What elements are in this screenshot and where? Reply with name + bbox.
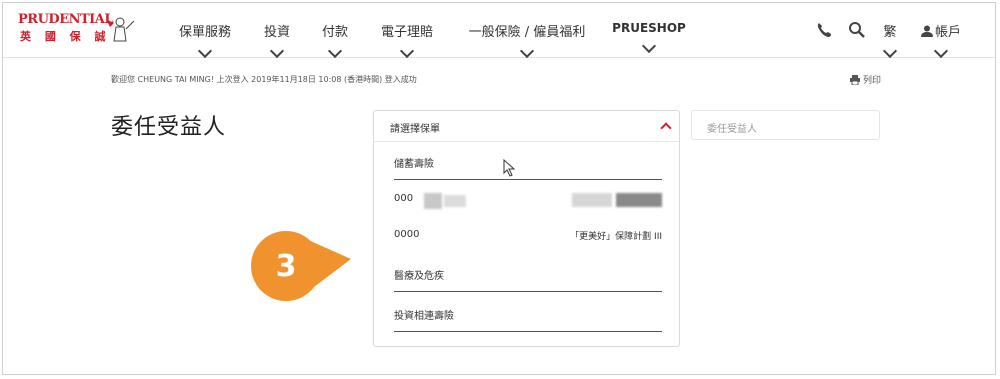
step-number: 3: [275, 248, 297, 284]
welcome-message: 歡迎您 CHEUNG TAI MING! 上次登入 2019年11月18日 10…: [111, 75, 417, 84]
nav-label: 電子理賠: [380, 25, 433, 40]
prudential-logo[interactable]: PRUDENTIAL 英 國 保 誠: [18, 11, 138, 49]
mouse-cursor-icon: [503, 159, 516, 177]
language-label: 繁: [883, 25, 897, 40]
nav-investment[interactable]: 投資: [259, 3, 295, 59]
user-icon: [920, 25, 933, 37]
logo-chinese-text: 英 國 保 誠: [20, 30, 111, 43]
nav-payment[interactable]: 付款: [317, 3, 353, 59]
chevron-down-icon: [327, 43, 343, 59]
chevron-down-icon: [933, 43, 949, 59]
policy-option-1[interactable]: 000: [394, 193, 662, 209]
nav-policy-services[interactable]: 保單服務: [173, 3, 237, 59]
page-title: 委任受益人: [111, 115, 227, 140]
nav-label: 一般保險 / 僱員福利: [468, 25, 586, 40]
beneficiary-placeholder: 委任受益人: [707, 124, 757, 135]
logo-figure-icon: [106, 17, 135, 42]
chevron-down-icon: [197, 43, 213, 59]
chevron-up-icon: [660, 122, 672, 134]
phone-icon[interactable]: [815, 21, 833, 39]
nav-e-claims[interactable]: 電子理賠: [375, 3, 439, 59]
account-label-wrap: 帳戶: [920, 21, 961, 40]
policy-option-2[interactable]: 0000 「更美好」保障計劃 III: [394, 229, 662, 243]
redacted-block: [424, 193, 442, 209]
beneficiary-field[interactable]: 委任受益人: [691, 110, 880, 140]
print-button[interactable]: 列印: [850, 73, 881, 86]
language-toggle[interactable]: 繁: [879, 3, 901, 59]
policy-dropdown[interactable]: 請選擇保單 儲蓄壽險 000 0000 「更美好」保障計劃 III 醫療及危疾 …: [373, 110, 680, 347]
search-icon[interactable]: [848, 21, 866, 39]
policy-name: 「更美好」保障計劃 III: [570, 232, 662, 242]
policy-dropdown-header[interactable]: 請選擇保單: [374, 111, 679, 142]
chevron-down-icon: [399, 43, 415, 59]
nav-label: PRUESHOP: [612, 21, 686, 35]
group-savings-life: 儲蓄壽險: [394, 155, 662, 180]
top-navbar: PRUDENTIAL 英 國 保 誠 保單服務 投資 付款 電子理賠 一般保險 …: [3, 3, 995, 59]
nav-general-insurance[interactable]: 一般保險 / 僱員福利: [461, 3, 593, 59]
nav-label: 付款: [321, 25, 348, 40]
nav-label: 投資: [263, 25, 290, 40]
group-label: 儲蓄壽險: [394, 159, 434, 170]
policy-number: 0000: [394, 229, 420, 240]
nav-label: 保單服務: [178, 25, 231, 40]
group-label: 醫療及危疾: [394, 271, 444, 282]
account-menu[interactable]: 帳戶: [917, 3, 965, 59]
redacted-block: [616, 193, 662, 207]
group-medical-critical: 醫療及危疾: [394, 267, 662, 292]
redacted-block: [572, 193, 612, 207]
chevron-down-icon: [519, 43, 535, 59]
chevron-down-icon: [269, 43, 285, 59]
nav-prueshop[interactable]: PRUESHOP: [612, 3, 686, 57]
printer-icon: [850, 74, 860, 85]
dropdown-placeholder: 請選擇保單: [390, 124, 440, 135]
policy-number: 000: [394, 193, 414, 204]
page-frame: PRUDENTIAL 英 國 保 誠 保單服務 投資 付款 電子理賠 一般保險 …: [2, 2, 996, 375]
redacted-block: [444, 195, 466, 207]
print-label: 列印: [863, 76, 882, 86]
chevron-down-icon: [882, 43, 898, 59]
group-investment-linked: 投資相連壽險: [394, 307, 662, 332]
account-label: 帳戶: [934, 25, 961, 40]
logo-brand-text: PRUDENTIAL: [18, 12, 113, 27]
chevron-down-icon: [641, 38, 657, 54]
group-label: 投資相連壽險: [394, 311, 454, 322]
